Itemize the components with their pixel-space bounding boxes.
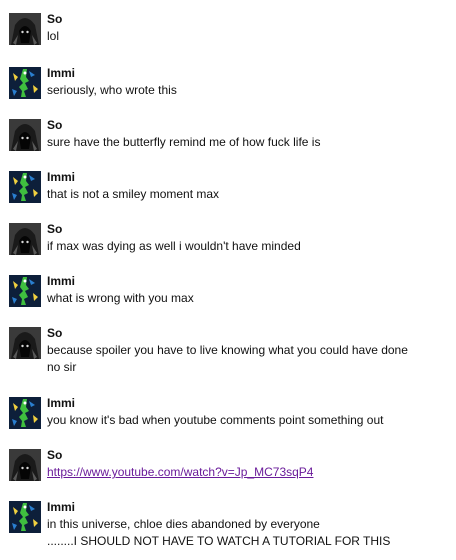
message-author: So: [47, 222, 63, 236]
message-author: So: [47, 448, 63, 462]
avatar-character-icon[interactable]: [9, 67, 41, 99]
message-text: if max was dying as well i wouldn't have…: [47, 239, 301, 253]
avatar-character-icon[interactable]: [9, 397, 41, 429]
message-author: So: [47, 118, 63, 132]
youtube-link[interactable]: https://www.youtube.com/watch?v=Jp_MC73s…: [47, 464, 451, 481]
avatar-character-icon[interactable]: [9, 275, 41, 307]
message-text: that is not a smiley moment max: [47, 187, 220, 201]
message-author: Immi: [47, 500, 76, 514]
message-text: lol: [47, 29, 60, 43]
message-text: ........I SHOULD NOT HAVE TO WATCH A TUT…: [47, 534, 391, 548]
avatar-character-icon[interactable]: [9, 501, 41, 533]
message-text: sure have the butterfly remind me of how…: [47, 135, 321, 149]
message-author: Immi: [47, 66, 76, 80]
message-author: Immi: [47, 274, 76, 288]
message-author: So: [47, 326, 63, 340]
chat-log: So lol Immi seriously, who wrote this So…: [0, 0, 456, 560]
avatar-hooded-icon[interactable]: [9, 223, 41, 255]
message-author: Immi: [47, 396, 76, 410]
avatar-hooded-icon[interactable]: [9, 449, 41, 481]
message-text: in this universe, chloe dies abandoned b…: [47, 517, 320, 531]
avatar-hooded-icon[interactable]: [9, 327, 41, 359]
message-author: Immi: [47, 170, 76, 184]
message-text: what is wrong with you max: [47, 291, 194, 305]
avatar-character-icon[interactable]: [9, 171, 41, 203]
message-text: seriously, who wrote this: [47, 83, 177, 97]
message-author: So: [47, 12, 63, 26]
message-text: because spoiler you have to live knowing…: [47, 343, 408, 357]
avatar-hooded-icon[interactable]: [9, 119, 41, 151]
message-text: no sir: [47, 360, 77, 374]
avatar-hooded-icon[interactable]: [9, 13, 41, 45]
message-text: you know it's bad when youtube comments …: [47, 413, 384, 427]
